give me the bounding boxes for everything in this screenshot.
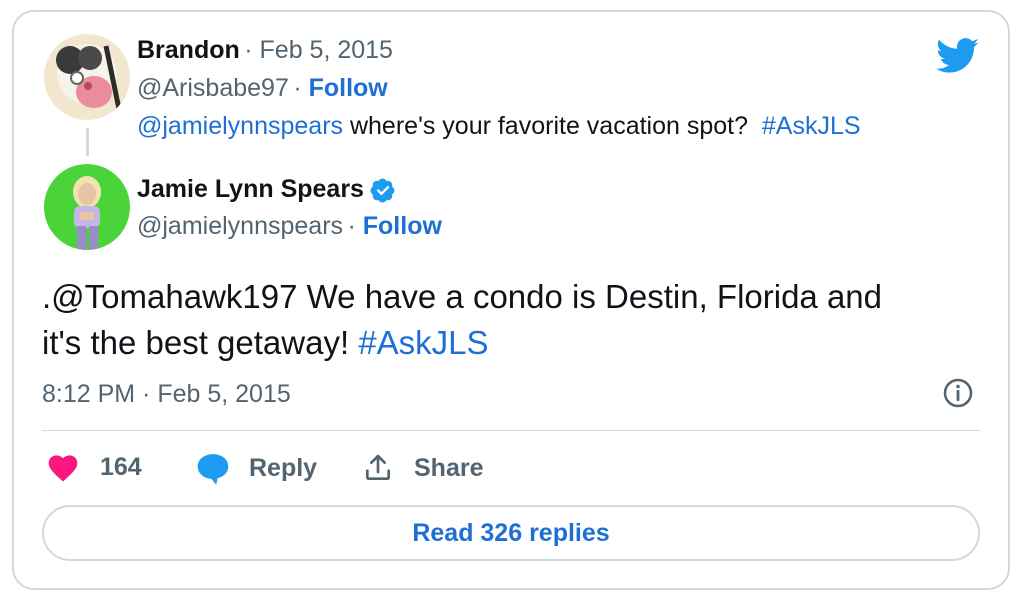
heart-icon	[46, 452, 80, 482]
reply-follow-button[interactable]: Follow	[309, 74, 388, 102]
reply-header-line1: Brandon · Feb 5, 2015	[137, 36, 393, 65]
twitter-bird-icon[interactable]	[936, 38, 980, 74]
brandon-avatar[interactable]	[44, 34, 130, 120]
divider	[42, 430, 980, 431]
reply-body-text: where's your favorite vacation spot?	[343, 112, 762, 140]
share-action[interactable]: Share	[362, 452, 483, 484]
reply-author-name[interactable]: Brandon	[137, 36, 240, 64]
hashtag-link[interactable]: #AskJLS	[762, 112, 861, 140]
reply-header-line2: @Arisbabe97 · Follow	[137, 74, 388, 103]
tweet-header-line1: Jamie Lynn Spears	[137, 175, 396, 204]
verified-badge-icon	[370, 177, 396, 203]
read-replies-button[interactable]: Read 326 replies	[42, 505, 980, 561]
reply-tweet-text: @jamielynnspears where's your favorite v…	[137, 112, 861, 141]
tweet-author-handle[interactable]: @jamielynnspears	[137, 212, 343, 240]
reply-date[interactable]: Feb 5, 2015	[260, 36, 393, 64]
tweet-body: .@Tomahawk197 We have a condo is Destin,…	[42, 274, 982, 366]
tweet-follow-button[interactable]: Follow	[363, 212, 442, 240]
reply-action[interactable]: Reply	[195, 452, 317, 484]
tweet-author-name[interactable]: Jamie Lynn Spears	[137, 175, 364, 204]
tweet-text-part2: it's the best getaway!	[42, 324, 359, 361]
mention-link[interactable]: @jamielynnspears	[137, 112, 343, 140]
tweet-text-line2: it's the best getaway! #AskJLS	[42, 320, 982, 366]
thread-connector-line	[86, 128, 89, 156]
like-count: 164	[100, 452, 142, 481]
reply-author-handle[interactable]: @Arisbabe97	[137, 74, 289, 102]
speech-bubble-icon	[195, 452, 231, 484]
reply-label: Reply	[249, 453, 318, 482]
separator-dot: ·	[347, 212, 363, 240]
tweet-timestamp[interactable]: 8:12 PM · Feb 5, 2015	[42, 380, 291, 409]
tweet-header-line2: @jamielynnspears · Follow	[137, 212, 442, 241]
like-action[interactable]: 164	[46, 452, 142, 482]
share-label: Share	[414, 453, 484, 482]
jamie-lynn-spears-avatar[interactable]	[44, 164, 130, 250]
tweet-text-line1: .@Tomahawk197 We have a condo is Destin,…	[42, 278, 883, 315]
info-icon[interactable]	[942, 377, 974, 409]
share-icon	[362, 452, 394, 484]
tweet-hashtag-link[interactable]: #AskJLS	[358, 324, 488, 361]
separator-dot: ·	[244, 36, 260, 64]
separator-dot: ·	[293, 74, 309, 102]
